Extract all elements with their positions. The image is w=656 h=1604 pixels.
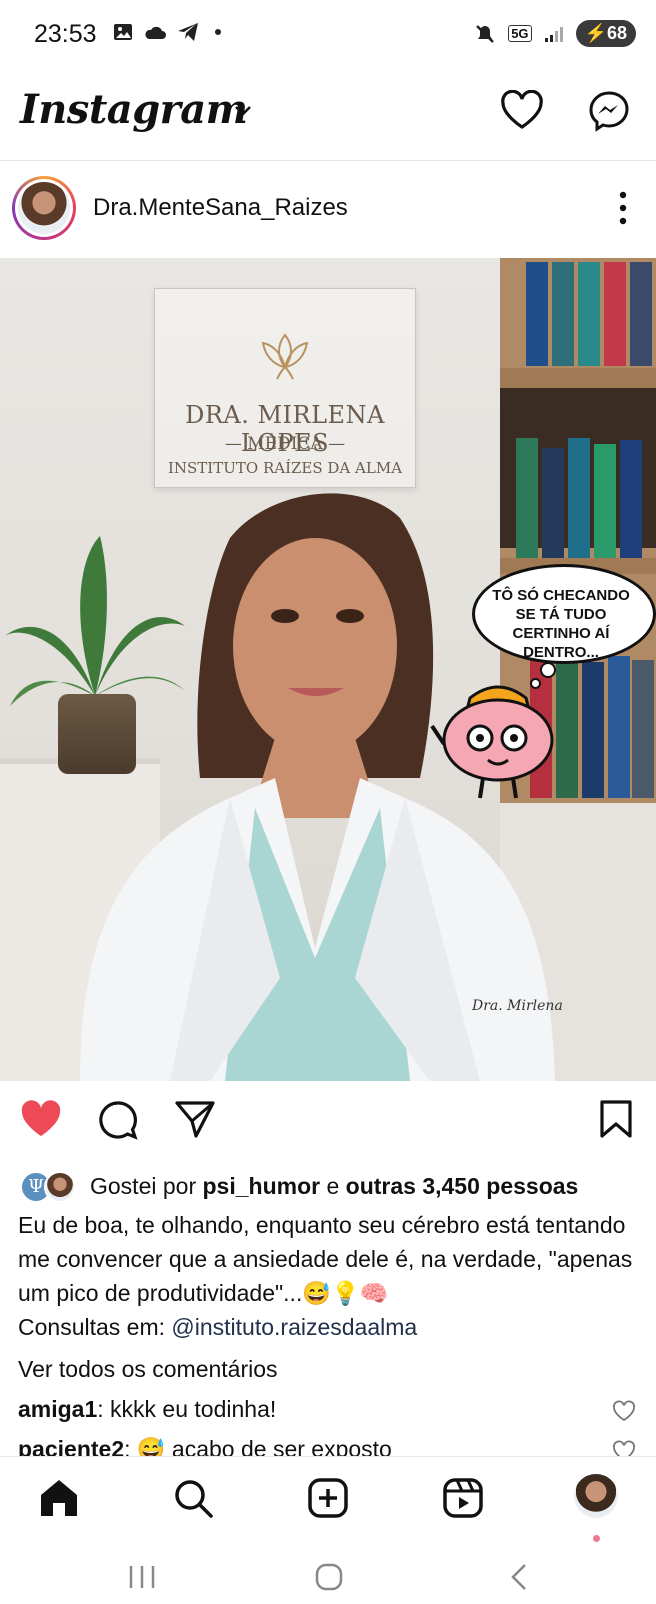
battery-indicator: ⚡68: [575, 20, 636, 47]
cloud-icon: [145, 26, 166, 39]
home-button-icon[interactable]: [314, 1562, 344, 1592]
status-time: 23:53: [34, 20, 97, 48]
lotus-logo: [261, 333, 309, 380]
share-icon[interactable]: [174, 1099, 216, 1139]
coat-badge: Dra. Mirlena: [471, 998, 563, 1014]
post-actions: [0, 1081, 656, 1161]
like-heart-icon[interactable]: [19, 1099, 63, 1139]
comment-icon[interactable]: [97, 1099, 139, 1141]
comment-like-icon[interactable]: [612, 1400, 636, 1422]
comment-user[interactable]: amiga1: [18, 1396, 97, 1422]
post-caption: Eu de boa, te olhando, enquanto seu cére…: [18, 1212, 633, 1340]
likes-others[interactable]: outras 3,450 pessoas: [346, 1173, 579, 1199]
caption-link[interactable]: @instituto.raizesdaalma: [171, 1314, 417, 1340]
app-header: Instagram: [0, 72, 656, 161]
telegram-icon: [178, 23, 198, 41]
app-title[interactable]: Instagram: [20, 86, 248, 133]
more-icon[interactable]: [618, 190, 628, 226]
network-type: 5G: [508, 25, 532, 42]
likes-text: Gostei por psi_humor e outras 3,450 pess…: [90, 1173, 579, 1199]
speech-bubble-text: TÔ SÓ CHECANDO SE TÁ TUDO CERTINHO AÍ DE…: [492, 587, 630, 661]
comment-item: amiga1: kkkk eu todinha!: [18, 1396, 277, 1422]
status-bar: 23:53 5G ⚡68: [0, 0, 656, 72]
post-header: Dra.MenteSana_Raizes: [0, 160, 656, 258]
view-all-comments-link[interactable]: Ver todos os comentários: [18, 1356, 278, 1383]
gallery-icon: [114, 24, 132, 40]
home-icon[interactable]: [37, 1477, 81, 1519]
messenger-icon[interactable]: [588, 90, 630, 132]
sign-institute: INSTITUTO RAÍZES DA ALMA: [167, 459, 403, 477]
liker-avatar: [44, 1171, 76, 1203]
notification-dot: [215, 29, 221, 35]
bookmark-icon[interactable]: [598, 1099, 634, 1139]
post-username[interactable]: Dra.MenteSana_Raizes: [93, 194, 348, 222]
reels-icon[interactable]: [442, 1477, 484, 1519]
likes-user[interactable]: psi_humor: [203, 1173, 321, 1199]
chevron-down-icon[interactable]: [233, 104, 253, 118]
likes-summary[interactable]: Ψ Gostei por psi_humor e outras 3,450 pe…: [18, 1167, 648, 1203]
system-navigation: [0, 1550, 656, 1604]
avatar[interactable]: [12, 176, 76, 240]
search-icon[interactable]: [172, 1477, 214, 1519]
profile-notification-dot: [593, 1535, 600, 1542]
create-icon[interactable]: [307, 1477, 349, 1519]
office-sign: DRA. MIRLENA LOPES — MÉDICA — INSTITUTO …: [154, 288, 416, 488]
recent-apps-icon[interactable]: [126, 1562, 158, 1592]
mute-icon: [476, 24, 495, 43]
back-icon[interactable]: [508, 1562, 530, 1592]
bottom-navigation: [0, 1456, 656, 1551]
signal-icon: [544, 26, 563, 42]
profile-avatar[interactable]: [574, 1474, 618, 1518]
post-image[interactable]: DRA. MIRLENA LOPES — MÉDICA — INSTITUTO …: [0, 258, 656, 1081]
brain-character-icon: [430, 685, 554, 799]
heart-icon[interactable]: [500, 90, 544, 130]
sign-role: — MÉDICA —: [224, 434, 346, 454]
